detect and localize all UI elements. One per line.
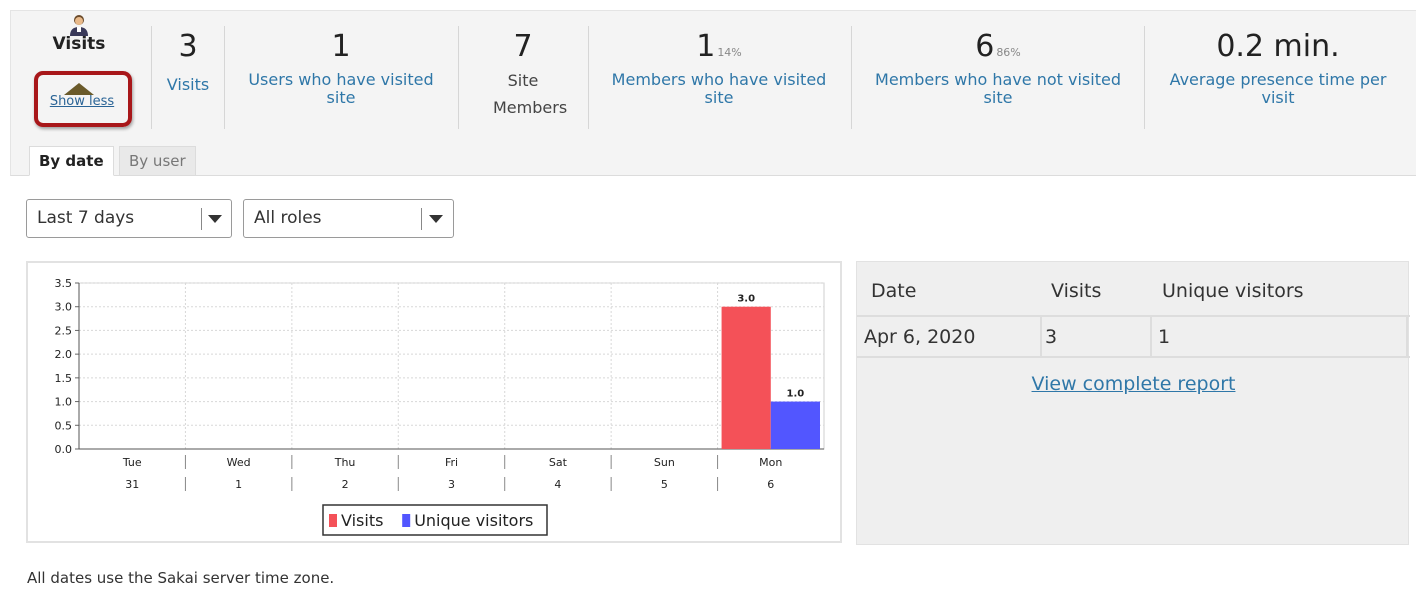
legend-label: Unique visitors (414, 511, 533, 530)
plot-area (78, 282, 825, 450)
user-icon (70, 15, 88, 36)
role-select[interactable]: All roles (243, 199, 454, 238)
x-tick-label: 6 (767, 478, 774, 491)
x-tick-label: Tue (122, 456, 142, 469)
y-tick-label: 2.0 (55, 348, 73, 361)
visits-tool-header: Visits (24, 14, 134, 54)
x-tick-label: 1 (235, 478, 242, 491)
legend-swatch (402, 514, 411, 527)
stat-value: 0.2 min. (1216, 29, 1340, 64)
x-tick-label: Wed (227, 456, 251, 469)
x-tick-label: Sun (654, 456, 675, 469)
y-tick-label: 1.0 (55, 396, 73, 409)
table-cell-visits: 3 (1045, 326, 1058, 348)
stat-value: 3 (178, 29, 198, 64)
stat-label[interactable]: Visits (156, 76, 220, 94)
legend-swatch (329, 514, 337, 527)
x-tick-label: Fri (445, 456, 458, 469)
stat-site-members: 7 Site Members (470, 32, 576, 162)
x-tick-label: 5 (661, 478, 668, 491)
table-header-date: Date (871, 280, 917, 302)
role-select-value: All roles (254, 208, 322, 228)
stat-value: 7 (513, 29, 533, 64)
x-tick-label: 2 (342, 478, 349, 491)
stat-value: 1 (331, 29, 351, 64)
y-tick-label: 0.0 (55, 443, 73, 456)
legend-label: Visits (341, 511, 383, 530)
visits-chart: 0.0 0.5 1.0 1.5 2.0 2.5 3.0 3.5 3.0 1.0 Tue 31 Wed 1 T… (55, 277, 825, 536)
x-tick-label: Thu (334, 456, 356, 469)
stat-percent: 14% (717, 46, 742, 59)
collapse-triangle-icon[interactable] (64, 79, 94, 95)
stat-label[interactable]: Users who have visited site (236, 71, 446, 107)
stat-percent: 86% (996, 46, 1021, 59)
stat-visits: 3 Visits (156, 32, 220, 162)
visits-table: Date Visits Unique visitors Apr 6, 2020 … (856, 261, 1410, 545)
show-less-link[interactable]: Show less (36, 94, 128, 109)
data-label: 1.0 (787, 389, 805, 400)
x-tick-label: Mon (759, 456, 782, 469)
visits-chart-container: 0.0 0.5 1.0 1.5 2.0 2.5 3.0 3.5 3.0 1.0 Tue 31 Wed 1 T… (26, 261, 842, 543)
timezone-note: All dates use the Sakai server time zone… (27, 569, 335, 587)
y-tick-label: 1.5 (55, 372, 73, 385)
bar-unique-visitors (770, 401, 820, 449)
x-tick-label: 3 (448, 478, 455, 491)
table-header-unique: Unique visitors (1162, 280, 1304, 302)
stat-value: 1 (696, 29, 716, 64)
period-select-value: Last 7 days (37, 208, 135, 228)
stat-label[interactable]: Average presence time per visit (1156, 71, 1400, 107)
stat-label[interactable]: Members who have visited site (604, 71, 834, 107)
view-complete-report-link[interactable]: View complete report (857, 373, 1410, 395)
table-cell-date: Apr 6, 2020 (864, 326, 976, 348)
stat-label: Site Members (493, 71, 568, 117)
y-tick-label: 3.0 (55, 301, 73, 314)
bar-visits (721, 306, 771, 449)
visits-title: Visits (52, 34, 106, 54)
table-header-visits: Visits (1051, 280, 1102, 302)
stat-members-visited: 1 14% Members who have visited site (604, 32, 834, 162)
stat-avg-presence: 0.2 min. Average presence time per visit (1156, 32, 1400, 162)
stat-value: 6 (975, 29, 995, 64)
chevron-down-icon (208, 215, 222, 223)
stat-members-not-visited: 6 86% Members who have not visited site (866, 32, 1130, 162)
table-cell-unique: 1 (1158, 326, 1171, 348)
tab-by-date[interactable]: By date (29, 146, 114, 176)
y-tick-label: 2.5 (55, 324, 73, 337)
x-tick-label: 31 (125, 478, 139, 491)
x-tick-label: 4 (554, 478, 561, 491)
data-label: 3.0 (737, 294, 755, 305)
y-tick-label: 0.5 (55, 419, 73, 432)
stat-label[interactable]: Members who have not visited site (866, 71, 1130, 107)
x-tick-label: Sat (549, 456, 568, 469)
chevron-down-icon (429, 215, 443, 223)
period-select[interactable]: Last 7 days (26, 199, 232, 238)
tab-by-user[interactable]: By user (119, 146, 196, 176)
y-tick-label: 3.5 (55, 277, 73, 290)
stat-users-visited: 1 Users who have visited site (236, 32, 446, 162)
